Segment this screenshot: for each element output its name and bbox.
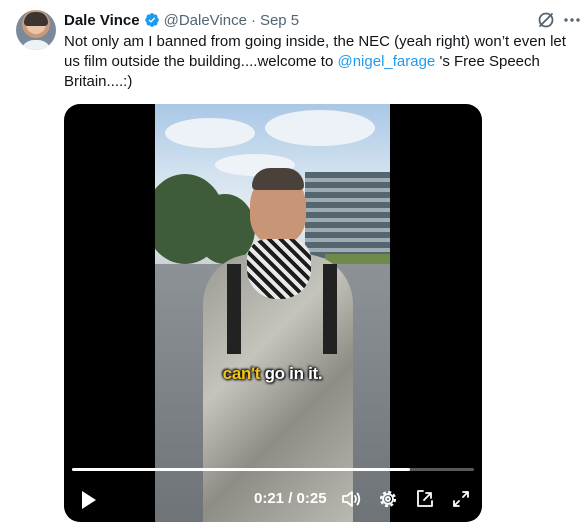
scarf: [247, 239, 311, 299]
avatar-shirt: [20, 40, 52, 50]
play-button[interactable]: [76, 488, 100, 512]
duration: 0:25: [296, 490, 327, 507]
mention-link[interactable]: @nigel_farage: [337, 53, 435, 70]
grok-icon[interactable]: [536, 10, 556, 30]
current-time: 0:21: [254, 490, 285, 507]
video-frame[interactable]: can't go in it.: [155, 104, 390, 522]
video-player[interactable]: can't go in it. 0:21 / 0:25: [64, 104, 482, 522]
fullscreen-button[interactable]: [450, 488, 472, 510]
building: [305, 172, 390, 262]
progress-fill: [72, 468, 410, 471]
cloud: [265, 110, 375, 146]
progress-bar[interactable]: [72, 468, 474, 471]
time-display: 0:21 / 0:25: [254, 490, 327, 507]
video-caption: can't go in it.: [155, 364, 390, 384]
avatar-hair: [24, 12, 48, 26]
author-name[interactable]: Dale Vince: [64, 12, 140, 29]
settings-button[interactable]: [377, 488, 399, 510]
backpack-strap: [227, 264, 241, 354]
pip-button[interactable]: [414, 488, 436, 510]
caption-rest: go in it.: [260, 364, 323, 383]
person-hair: [252, 168, 304, 190]
tweet-text: Not only am I banned from going inside, …: [64, 32, 574, 92]
tweet-date[interactable]: Sep 5: [260, 12, 299, 29]
tweet-header: Dale Vince @DaleVince · Sep 5: [64, 10, 299, 30]
caption-highlight: can't: [222, 364, 261, 383]
fullscreen-icon: [453, 491, 469, 507]
video-controls: 0:21 / 0:25: [64, 482, 482, 518]
tweet-card[interactable]: Dale Vince @DaleVince · Sep 5 Not only a…: [0, 0, 588, 530]
author-handle[interactable]: @DaleVince: [164, 12, 247, 29]
backpack-strap: [323, 264, 337, 354]
picture-in-picture-icon: [417, 490, 433, 507]
time-separator: /: [284, 490, 297, 507]
volume-icon: [342, 491, 361, 507]
header-separator: ·: [250, 11, 256, 29]
verified-badge-icon: [144, 12, 160, 28]
volume-button[interactable]: [340, 488, 362, 510]
avatar[interactable]: [16, 10, 56, 50]
play-icon: [82, 491, 96, 509]
cloud: [165, 118, 255, 148]
settings-icon: [379, 490, 397, 508]
more-icon[interactable]: [562, 10, 582, 30]
